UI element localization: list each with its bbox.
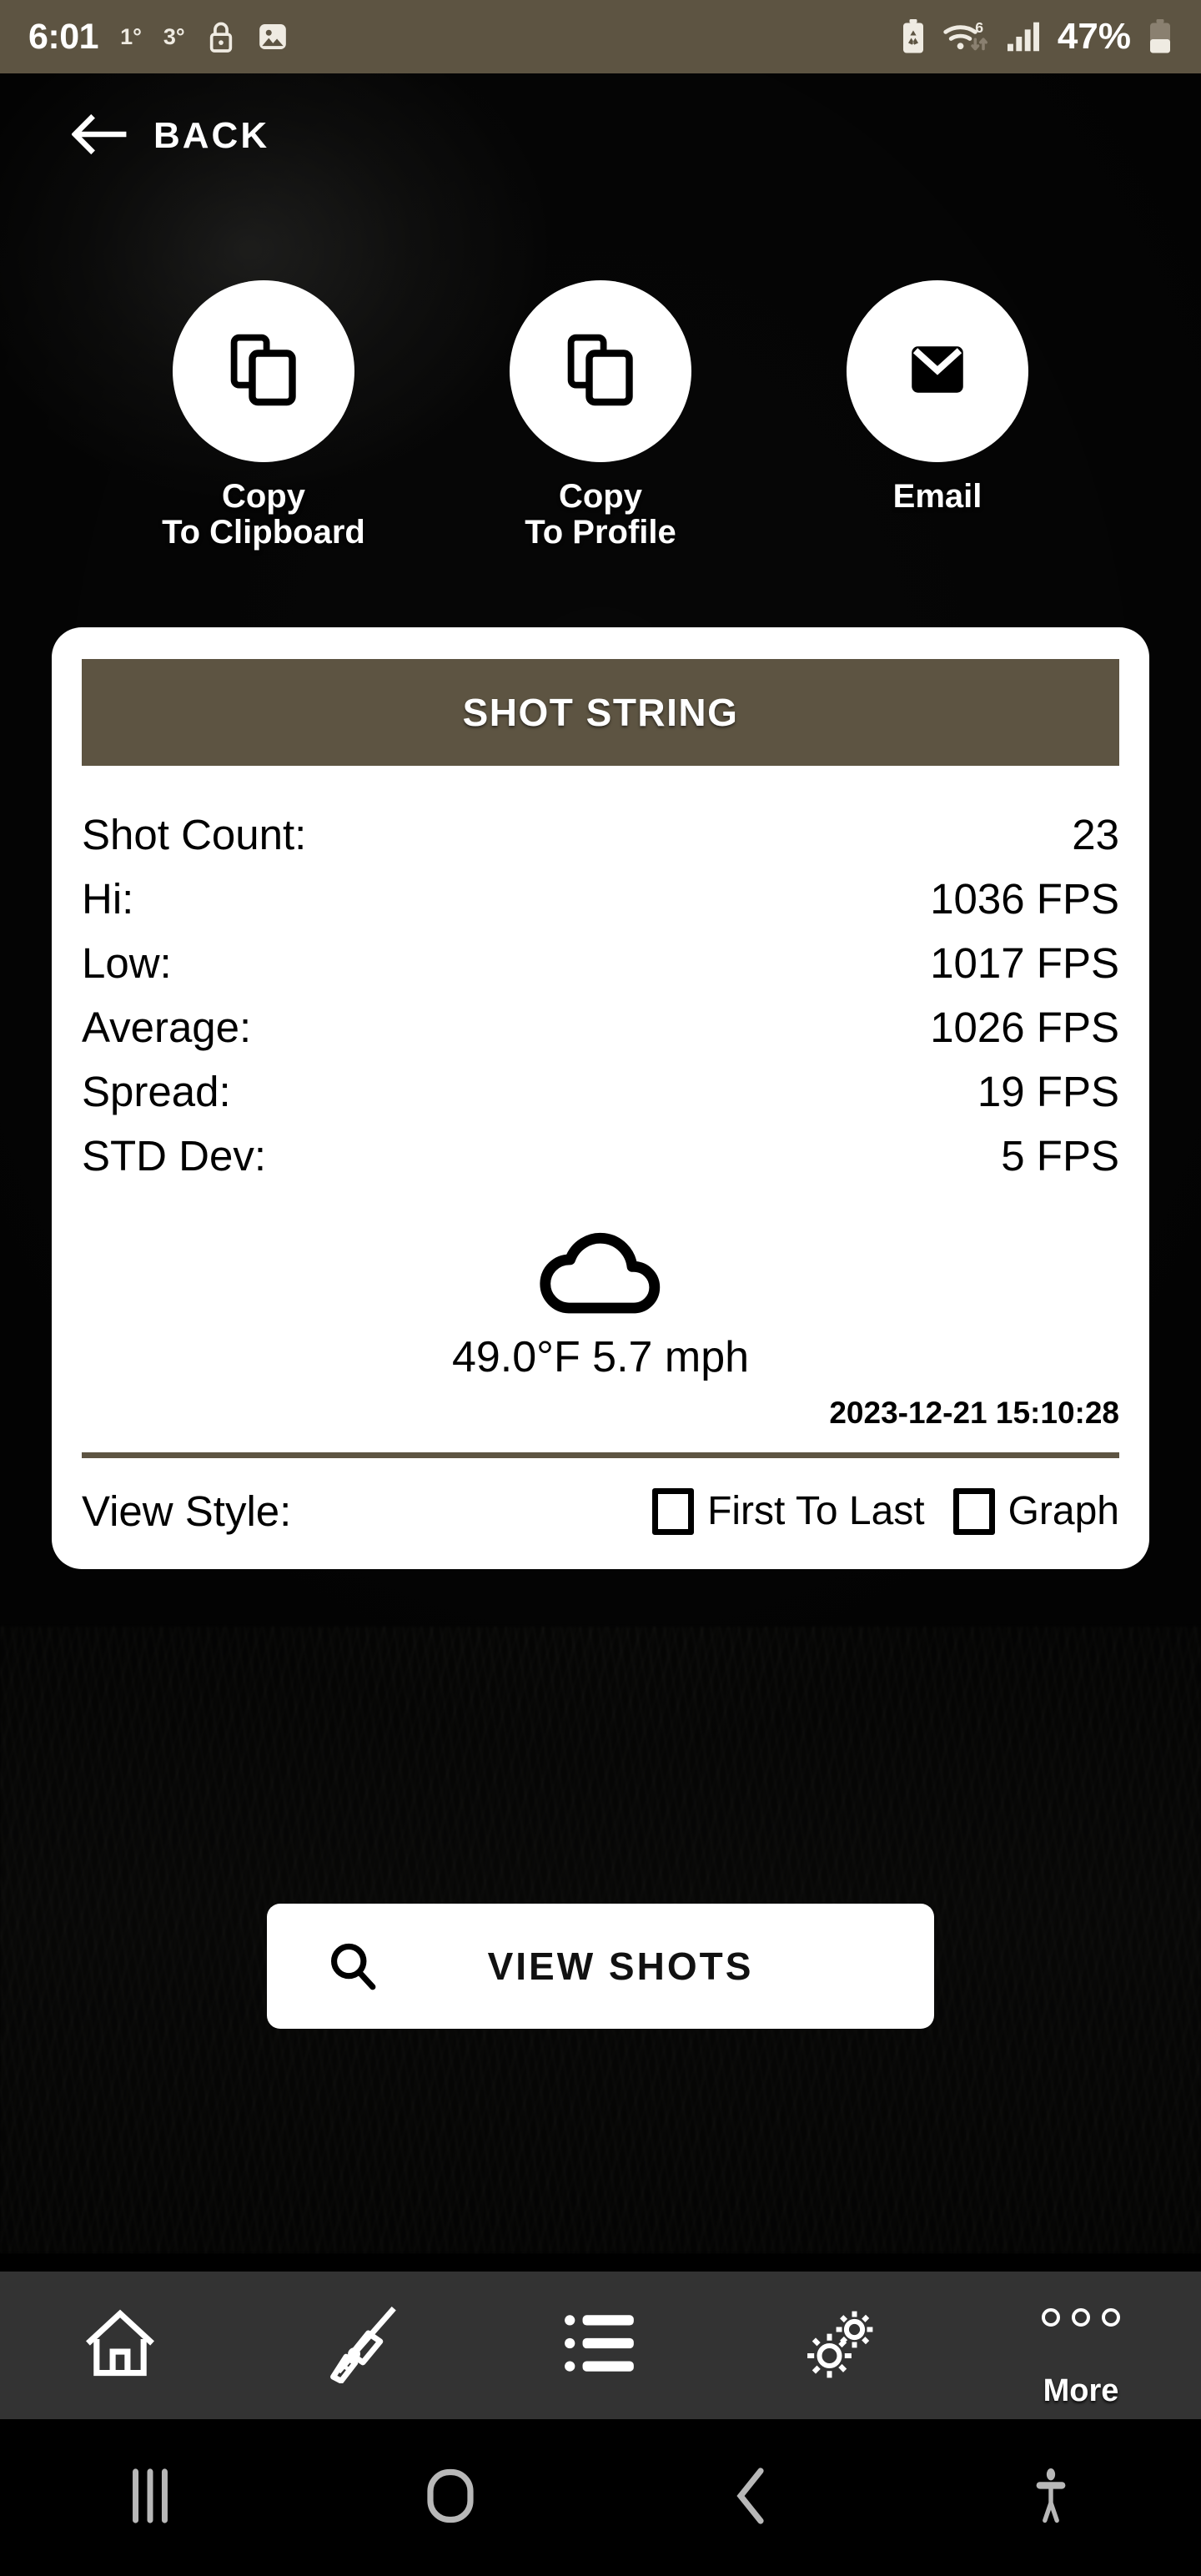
- action-row: Copy To Clipboard Copy To Profile Email: [0, 280, 1201, 551]
- copy-icon: [565, 332, 636, 411]
- stat-row: Average: 1026 FPS: [82, 995, 1119, 1059]
- stat-row: STD Dev: 5 FPS: [82, 1124, 1119, 1188]
- copy-to-clipboard-circle[interactable]: [173, 280, 354, 462]
- stat-label: Spread:: [82, 1068, 231, 1115]
- rifle-scope-icon: [319, 2303, 402, 2387]
- view-style-option-first-to-last[interactable]: First To Last: [652, 1487, 925, 1535]
- back-label: BACK: [153, 115, 270, 156]
- cellular-signal-icon: [1006, 21, 1041, 53]
- stat-label: Hi:: [82, 875, 134, 923]
- view-style-option-graph[interactable]: Graph: [952, 1487, 1119, 1535]
- copy-to-clipboard-label: Copy To Clipboard: [162, 478, 365, 551]
- copy-icon: [229, 332, 299, 411]
- stat-row: Shot Count: 23: [82, 802, 1119, 867]
- email-circle[interactable]: [847, 280, 1028, 462]
- list-icon: [562, 2310, 639, 2381]
- accessibility-button[interactable]: [901, 2466, 1201, 2530]
- home-icon: [83, 2307, 158, 2383]
- timestamp: 2023-12-21 15:10:28: [829, 1396, 1119, 1430]
- view-style-label: View Style:: [82, 1487, 292, 1535]
- card-title: SHOT STRING: [462, 691, 739, 734]
- recents-button[interactable]: [0, 2467, 300, 2529]
- stat-label: Shot Count:: [82, 811, 307, 858]
- stat-row: Spread: 19 FPS: [82, 1059, 1119, 1124]
- stat-value: 1017 FPS: [930, 939, 1119, 987]
- wifi-6-icon: 6: [942, 19, 989, 54]
- accessibility-icon: [1028, 2466, 1074, 2530]
- status-bar-left: 6:01 1° 3°: [28, 17, 289, 58]
- stat-value: 5 FPS: [1001, 1132, 1119, 1180]
- recents-icon: [123, 2467, 177, 2529]
- nav-more-label: More: [1043, 2373, 1119, 2408]
- stat-value: 1026 FPS: [930, 1004, 1119, 1051]
- email-label: Email: [892, 478, 982, 515]
- battery-percent-label: 47%: [1057, 16, 1131, 57]
- status-bar-right: 6 47%: [901, 16, 1173, 58]
- battery-saver-icon: [901, 19, 926, 54]
- status-bar-clock: 6:01: [28, 16, 99, 57]
- view-shots-label: VIEW SHOTS: [487, 1945, 754, 1988]
- home-button[interactable]: [300, 2466, 600, 2530]
- status-bar-temp-indoor: 1°: [120, 23, 142, 49]
- system-navigation-bar: [0, 2419, 1201, 2576]
- weather-block: 49.0°F 5.7 mph: [52, 1223, 1149, 1382]
- email-icon: [904, 336, 971, 407]
- dot: [1072, 2308, 1090, 2327]
- app-screen: 6:01 1° 3° 6 47% BACK Copy To Clipboard …: [0, 0, 1201, 2576]
- svg-text:6: 6: [975, 19, 983, 36]
- checkbox-graph[interactable]: [952, 1487, 995, 1535]
- status-bar: 6:01 1° 3° 6 47%: [0, 0, 1201, 73]
- back-chevron-icon: [727, 2466, 774, 2530]
- dot: [1102, 2308, 1120, 2327]
- status-bar-temp-outdoor: 3°: [163, 23, 185, 49]
- stat-value: 19 FPS: [977, 1068, 1119, 1115]
- checkbox-label: First To Last: [707, 1489, 925, 1533]
- stats-list: Shot Count: 23 Hi: 1036 FPS Low: 1017 FP…: [52, 766, 1149, 1188]
- copy-to-profile-label: Copy To Profile: [525, 478, 676, 551]
- three-dots-icon: [1042, 2308, 1120, 2327]
- image-icon: [257, 21, 289, 53]
- stat-value: 23: [1072, 811, 1119, 858]
- copy-to-clipboard-button[interactable]: Copy To Clipboard: [138, 280, 389, 551]
- email-button[interactable]: Email: [812, 280, 1063, 551]
- nav-item-home[interactable]: [0, 2272, 240, 2419]
- stat-label: Average:: [82, 1004, 252, 1051]
- search-icon: [327, 1940, 379, 1992]
- view-shots-button[interactable]: VIEW SHOTS: [267, 1904, 934, 2029]
- stat-label: STD Dev:: [82, 1132, 267, 1180]
- arrow-left-icon[interactable]: [71, 113, 127, 160]
- gears-icon: [801, 2303, 881, 2387]
- stat-row: Hi: 1036 FPS: [82, 867, 1119, 931]
- cloud-icon: [526, 1223, 675, 1321]
- nav-item-more[interactable]: More: [961, 2272, 1201, 2419]
- checkbox-label: Graph: [1008, 1489, 1119, 1533]
- card-divider: [82, 1452, 1119, 1458]
- stat-row: Low: 1017 FPS: [82, 931, 1119, 995]
- card-header: SHOT STRING: [82, 659, 1119, 766]
- battery-icon: [1148, 18, 1173, 55]
- checkbox-first-to-last[interactable]: [652, 1487, 695, 1535]
- back-button[interactable]: [600, 2466, 901, 2530]
- shot-string-card: SHOT STRING Shot Count: 23 Hi: 1036 FPS …: [52, 627, 1149, 1569]
- nav-item-settings[interactable]: [721, 2272, 961, 2419]
- dot: [1042, 2308, 1060, 2327]
- view-style-row: View Style: First To Last Graph: [52, 1458, 1149, 1569]
- stat-value: 1036 FPS: [930, 875, 1119, 923]
- weather-text: 49.0°F 5.7 mph: [451, 1333, 750, 1381]
- bottom-nav: More: [0, 2272, 1201, 2419]
- nav-item-list[interactable]: [480, 2272, 721, 2419]
- copy-to-profile-button[interactable]: Copy To Profile: [475, 280, 726, 551]
- stat-label: Low:: [82, 939, 172, 987]
- home-circle-icon: [423, 2466, 478, 2530]
- nav-item-rifle[interactable]: [240, 2272, 480, 2419]
- lock-icon: [207, 20, 235, 53]
- copy-to-profile-circle[interactable]: [510, 280, 691, 462]
- back-header[interactable]: BACK: [0, 73, 1201, 199]
